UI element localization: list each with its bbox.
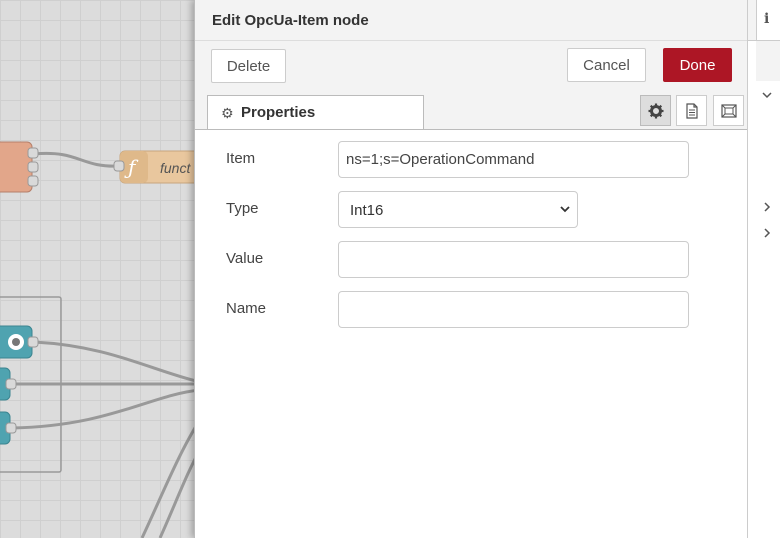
tab-properties[interactable]: ⚙ Properties xyxy=(207,95,424,129)
chevron-right-icon[interactable] xyxy=(762,228,772,238)
appearance-icon xyxy=(721,104,737,118)
node-port[interactable] xyxy=(27,161,39,173)
item-label: Item xyxy=(226,150,256,167)
done-button[interactable]: Done xyxy=(663,48,732,82)
tab-properties-label: Properties xyxy=(241,104,316,121)
wire xyxy=(33,340,200,384)
right-sidebar: i xyxy=(747,0,780,538)
cancel-button[interactable]: Cancel xyxy=(567,48,646,82)
appearance-tab-button[interactable] xyxy=(713,95,744,126)
chevron-down-icon[interactable] xyxy=(762,90,772,100)
tray-header: Edit OpcUa-Item node xyxy=(195,0,748,41)
tray-toolbar: Delete Cancel Done xyxy=(195,41,748,93)
node-port[interactable] xyxy=(5,378,17,390)
edit-tray: Edit OpcUa-Item node Delete Cancel Done … xyxy=(194,0,748,538)
type-select[interactable]: Int16 xyxy=(338,191,578,228)
tray-title: Edit OpcUa-Item node xyxy=(212,12,369,29)
orange-node[interactable] xyxy=(0,141,33,193)
value-label: Value xyxy=(226,250,264,267)
tray-tab-strip: ⚙ Properties xyxy=(195,93,748,130)
flow-wires: ƒ funct xyxy=(0,141,200,538)
info-icon: i xyxy=(764,11,770,27)
gear-icon: ⚙ xyxy=(221,105,234,121)
sidebar-header-band xyxy=(756,41,780,81)
description-tab-button[interactable] xyxy=(676,95,707,126)
delete-button[interactable]: Delete xyxy=(211,49,286,83)
chevron-right-icon[interactable] xyxy=(762,202,772,212)
name-field[interactable] xyxy=(338,291,689,328)
gear-icon xyxy=(648,103,664,119)
wire xyxy=(11,388,200,430)
node-port[interactable] xyxy=(27,336,39,348)
type-label: Type xyxy=(226,200,259,217)
node-port[interactable] xyxy=(27,147,39,159)
sidebar-tab-strip: i xyxy=(748,0,780,41)
chevron-down-icon xyxy=(560,206,570,213)
node-port[interactable] xyxy=(113,160,125,172)
type-select-value: Int16 xyxy=(350,202,384,219)
node-port[interactable] xyxy=(5,422,17,434)
node-icon-dot xyxy=(12,338,20,346)
node-settings-tab-button[interactable] xyxy=(640,95,671,126)
wire xyxy=(140,419,200,538)
sidebar-info-tab[interactable]: i xyxy=(756,0,780,40)
document-icon xyxy=(686,103,698,119)
wire xyxy=(33,151,121,168)
value-field[interactable] xyxy=(338,241,689,278)
flow-canvas[interactable]: ƒ funct xyxy=(0,0,200,538)
function-node-label: funct xyxy=(160,160,191,176)
node-port[interactable] xyxy=(27,175,39,187)
name-label: Name xyxy=(226,300,267,317)
item-field[interactable] xyxy=(338,141,689,178)
